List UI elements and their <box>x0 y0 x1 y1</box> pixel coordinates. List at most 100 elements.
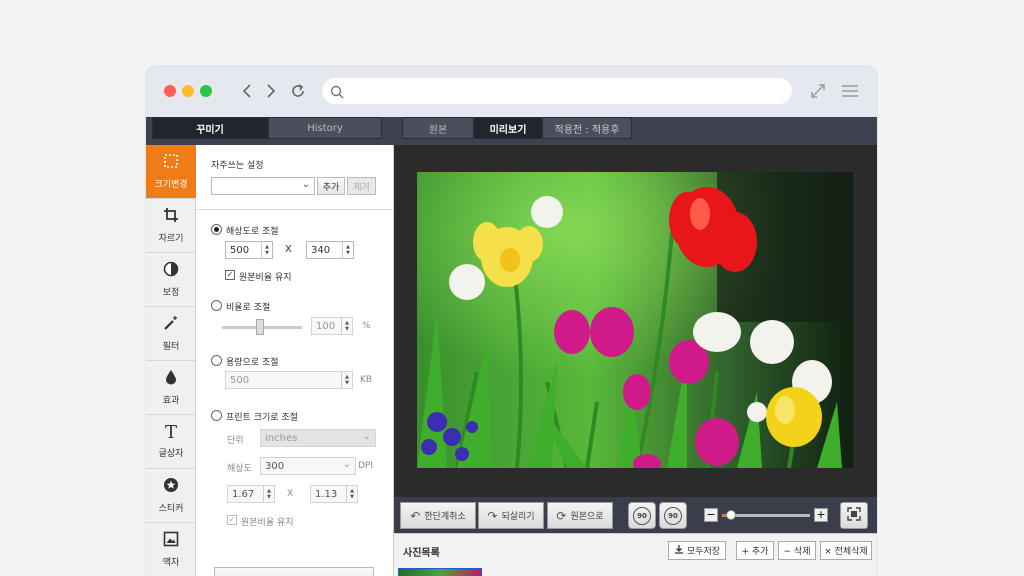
redo-button[interactable]: ↷ 되살리기 <box>478 502 544 529</box>
tab-original-label: 원본 <box>428 124 448 136</box>
add-favorite-button[interactable]: 추가 <box>317 177 345 195</box>
zoom-slider-thumb[interactable] <box>725 510 736 520</box>
resolution-label: 해상도로 조절 <box>226 227 279 237</box>
print-height-input[interactable]: 1.13 ▲ ▼ <box>310 485 358 503</box>
chevron-down-icon: ⌄ <box>362 431 371 442</box>
delete-photo-button[interactable]: − 삭제 <box>778 541 816 560</box>
sidebar-item-sticker[interactable]: 스티커 <box>146 469 196 523</box>
drop-icon <box>163 369 179 389</box>
restore-icon: ⟳ <box>556 508 567 523</box>
rotate-right-button[interactable]: 90 <box>659 502 687 529</box>
print-height-spinner[interactable]: ▲ ▼ <box>346 486 357 502</box>
add-photo-button[interactable]: + 추가 <box>736 541 774 560</box>
ratio-radio[interactable] <box>211 300 222 311</box>
tab-compare-label: 적용전 : 적용후 <box>554 124 620 136</box>
ratio-spinner[interactable]: ▲ ▼ <box>341 318 352 334</box>
tab-preview[interactable]: 미리보기 <box>474 117 542 139</box>
filesize-radio[interactable] <box>211 355 222 366</box>
sidebar-item-label: 스티커 <box>158 504 184 514</box>
remove-favorite-button[interactable]: 제거 <box>347 177 376 195</box>
remove-favorite-label: 제거 <box>353 182 370 193</box>
ratio-label: 비율로 조절 <box>226 303 271 313</box>
back-icon[interactable] <box>236 80 258 102</box>
height-spinner[interactable]: ▲ ▼ <box>342 242 353 258</box>
divider <box>196 209 394 210</box>
forward-icon[interactable] <box>260 80 282 102</box>
menu-icon[interactable] <box>839 80 861 102</box>
resolution-radio[interactable] <box>211 224 222 235</box>
tab-decorate[interactable]: 꾸미기 <box>152 117 268 139</box>
print-width-input[interactable]: 1.67 ▲ ▼ <box>227 485 275 503</box>
resize-settings-panel: 자주쓰는 설정 ⌄ 추가 제거 해상도로 조절 500 ▲ ▼ X 340 ▲ ▼ ✓ … <box>196 145 394 576</box>
x-separator: X <box>285 244 292 255</box>
unit-select[interactable]: inches ⌄ <box>260 429 376 447</box>
fit-screen-icon <box>847 507 861 524</box>
expand-icon[interactable] <box>807 80 829 102</box>
zoom-in-label: + <box>816 508 826 521</box>
close-window-dot[interactable] <box>164 85 176 97</box>
dpi-value: 300 <box>265 460 285 472</box>
search-icon <box>330 84 344 103</box>
print-size-radio[interactable] <box>211 410 222 421</box>
print-keep-ratio-label: 원본비율 유지 <box>241 518 294 528</box>
star-badge-icon <box>163 477 179 497</box>
tab-compare[interactable]: 적용전 : 적용후 <box>542 117 632 139</box>
chevron-down-icon: ⌄ <box>342 459 351 470</box>
sidebar-item-label: 액자 <box>162 558 180 568</box>
ratio-slider-thumb[interactable] <box>256 319 264 335</box>
restore-original-button[interactable]: ⟳ 원본으로 <box>547 502 613 529</box>
redo-icon: ↷ <box>487 508 498 523</box>
photo-list-title: 사진목록 <box>403 548 440 559</box>
rotate-right-icon: 90 <box>664 506 682 525</box>
sidebar-item-effect[interactable]: 효과 <box>146 361 196 415</box>
reload-icon[interactable] <box>287 80 309 102</box>
sidebar-item-resize[interactable]: 크기변경 <box>146 145 196 199</box>
save-all-button[interactable]: 모두저장 <box>668 541 726 560</box>
preview-canvas <box>394 145 877 497</box>
height-input[interactable]: 340 ▲ ▼ <box>306 241 354 259</box>
filesize-input[interactable]: 500 ▲ ▼ <box>225 371 353 389</box>
width-spinner[interactable]: ▲ ▼ <box>261 242 272 258</box>
sidebar-item-crop[interactable]: 자르기 <box>146 199 196 253</box>
print-keep-ratio-checkbox[interactable]: ✓ <box>227 515 237 525</box>
redo-label: 되살리기 <box>501 512 535 522</box>
minimize-window-dot[interactable] <box>182 85 194 97</box>
sidebar-item-textbox[interactable]: T 글상자 <box>146 415 196 469</box>
sidebar-item-frame[interactable]: 액자 <box>146 523 196 576</box>
rotate-left-button[interactable]: 90 <box>628 502 656 529</box>
zoom-out-button[interactable]: − <box>704 508 718 522</box>
contrast-icon <box>163 261 179 281</box>
width-input[interactable]: 500 ▲ ▼ <box>225 241 273 259</box>
tab-original[interactable]: 원본 <box>402 117 474 139</box>
filesize-spinner[interactable]: ▲ ▼ <box>341 372 352 388</box>
sidebar-item-adjust[interactable]: 보정 <box>146 253 196 307</box>
tab-history[interactable]: History <box>268 117 382 139</box>
keep-ratio-checkbox[interactable]: ✓ <box>225 270 235 280</box>
rotate-left-icon: 90 <box>633 506 651 525</box>
dpi-label: 해상도 <box>227 464 252 474</box>
favorites-select[interactable]: ⌄ <box>211 177 315 195</box>
filesize-value: 500 <box>230 374 250 386</box>
print-height-value: 1.13 <box>315 488 338 500</box>
height-value: 340 <box>311 244 331 256</box>
print-width-spinner[interactable]: ▲ ▼ <box>263 486 274 502</box>
maximize-window-dot[interactable] <box>200 85 212 97</box>
sidebar-item-filter[interactable]: 필터 <box>146 307 196 361</box>
rotate-left-label: 90 <box>637 511 647 520</box>
delete-all-button[interactable]: × 전체삭제 <box>820 541 872 560</box>
zoom-in-button[interactable]: + <box>814 508 828 522</box>
chevron-down-icon: ⌄ <box>301 179 310 190</box>
filesize-label: 용량으로 조절 <box>226 358 279 368</box>
fit-to-screen-button[interactable] <box>840 502 868 529</box>
apply-button[interactable] <box>214 567 374 576</box>
add-favorite-label: 추가 <box>322 182 340 193</box>
filesize-unit: KB <box>360 375 373 385</box>
sidebar-item-label: 크기변경 <box>154 180 188 190</box>
undo-button[interactable]: ↶ 한단계취소 <box>400 502 476 529</box>
sidebar-item-label: 효과 <box>162 396 180 406</box>
preview-photo[interactable] <box>417 172 853 468</box>
dpi-select[interactable]: 300 ⌄ <box>260 457 356 475</box>
address-bar[interactable] <box>322 78 792 104</box>
ratio-input[interactable]: 100 ▲ ▼ <box>311 317 353 335</box>
photo-thumbnail[interactable] <box>398 568 482 576</box>
